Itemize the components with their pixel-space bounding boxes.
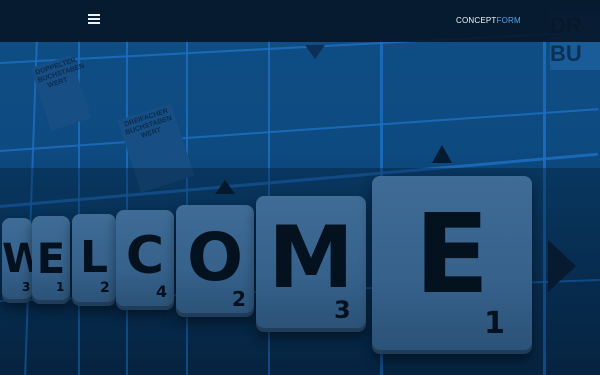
tile-letter: C xyxy=(125,226,165,286)
hamburger-menu-icon[interactable] xyxy=(88,14,100,25)
tile-score: 4 xyxy=(156,282,168,301)
letter-tile: W 3 xyxy=(2,218,47,303)
tile-letter: L xyxy=(79,232,109,283)
tile-letter: O xyxy=(186,219,244,296)
board-arrow-icon xyxy=(548,240,576,292)
tile-letter: E xyxy=(414,190,490,318)
tile-letter: M xyxy=(268,208,354,308)
brand-text-form: FORM xyxy=(496,16,521,25)
tile-score: 1 xyxy=(56,280,65,294)
letter-tile: O 2 xyxy=(176,205,254,317)
letter-tile: E 1 xyxy=(32,216,70,304)
tile-letter: E xyxy=(36,234,66,283)
brand-text-concept: CONCEPT xyxy=(456,16,497,25)
tile-score: 1 xyxy=(484,306,505,341)
hero-background: DOPPELTER BUCHSTABEN WERT DREIFACHER BUC… xyxy=(0,0,600,375)
top-navbar: CONCEPTFORM xyxy=(0,0,600,42)
tile-letter: W xyxy=(2,236,47,282)
board-diamond xyxy=(305,45,325,59)
tile-score: 2 xyxy=(232,287,246,311)
letter-tile: L 2 xyxy=(72,214,116,306)
board-diamond xyxy=(432,145,452,163)
board-label-double: DOPPELTER BUCHSTABEN WERT xyxy=(30,55,92,131)
tile-score: 3 xyxy=(22,280,31,294)
brand-logo[interactable]: CONCEPTFORM xyxy=(456,16,521,25)
tile-score: 3 xyxy=(334,296,351,324)
letter-tile: M 3 xyxy=(256,196,366,332)
tile-score: 2 xyxy=(100,280,110,296)
letter-tile: C 4 xyxy=(116,210,174,310)
letter-tile: E 1 xyxy=(372,176,532,354)
